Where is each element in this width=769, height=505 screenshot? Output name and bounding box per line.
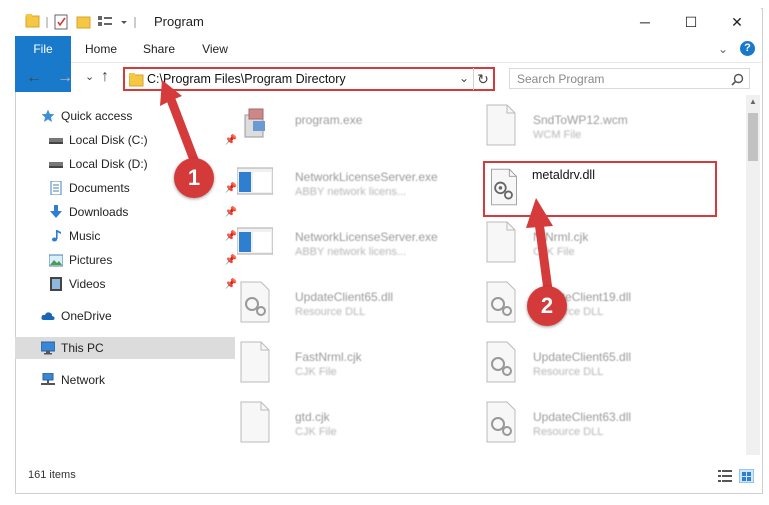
annotation-arrows: [160, 80, 553, 291]
arrow-2-head: [526, 198, 553, 228]
arrow-2-shaft: [534, 221, 553, 291]
step-badge-2: 2: [527, 286, 567, 326]
step-badge-1: 1: [174, 158, 214, 198]
arrow-1-shaft: [165, 95, 201, 167]
